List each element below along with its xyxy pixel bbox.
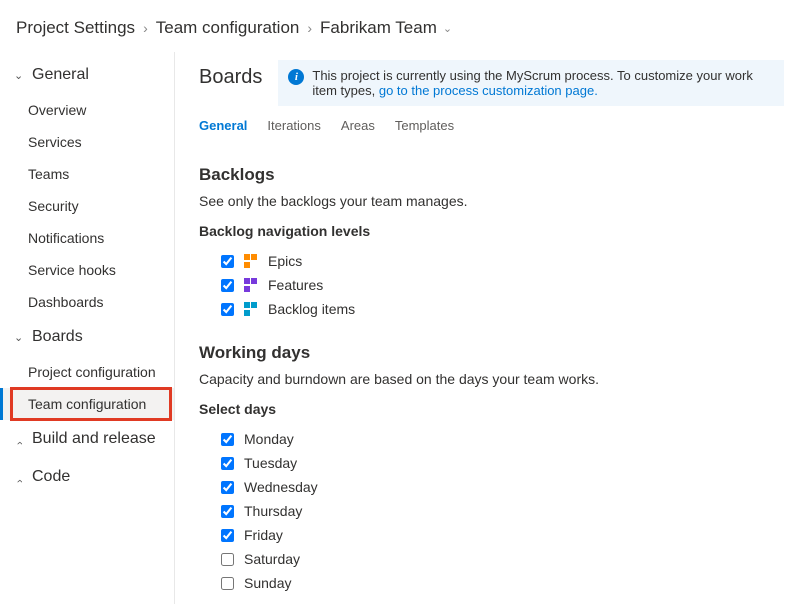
breadcrumb: Project Settings › Team configuration › … bbox=[0, 0, 796, 52]
day-label: Wednesday bbox=[244, 479, 318, 495]
backlog-level-row: Backlog items bbox=[199, 297, 784, 321]
day-label: Saturday bbox=[244, 551, 300, 567]
chevron-icon: ⌄ bbox=[14, 69, 26, 82]
backlog-level-row: Epics bbox=[199, 249, 784, 273]
day-row: Thursday bbox=[199, 499, 784, 523]
day-row: Sunday bbox=[199, 571, 784, 595]
day-label: Monday bbox=[244, 431, 294, 447]
day-checkbox[interactable] bbox=[221, 529, 234, 542]
tab-iterations[interactable]: Iterations bbox=[267, 118, 320, 133]
sidebar: ⌄ General OverviewServicesTeamsSecurityNot… bbox=[0, 52, 175, 604]
backlog-level-checkbox[interactable] bbox=[221, 279, 234, 292]
chevron-icon: › bbox=[14, 471, 26, 483]
sidebar-group-code[interactable]: › Code bbox=[0, 458, 174, 496]
backlog-level-label: Backlog items bbox=[268, 301, 355, 317]
team-dropdown[interactable]: Fabrikam Team ⌄ bbox=[320, 18, 452, 38]
sidebar-item-team-configuration[interactable]: Team configuration bbox=[0, 388, 174, 420]
tabs: General Iterations Areas Templates bbox=[199, 112, 784, 143]
info-banner-text: This project is currently using the MySc… bbox=[312, 68, 774, 98]
day-label: Thursday bbox=[244, 503, 302, 519]
backlog-level-label: Features bbox=[268, 277, 323, 293]
info-banner: i This project is currently using the My… bbox=[278, 60, 784, 106]
sidebar-group-label: Build and release bbox=[32, 430, 156, 448]
process-customization-link[interactable]: go to the process customization page. bbox=[379, 83, 598, 98]
day-label: Tuesday bbox=[244, 455, 297, 471]
sidebar-item-security[interactable]: Security bbox=[0, 190, 174, 222]
day-label: Sunday bbox=[244, 575, 291, 591]
breadcrumb-mid[interactable]: Team configuration bbox=[156, 18, 300, 38]
epics-icon bbox=[244, 254, 258, 268]
day-row: Wednesday bbox=[199, 475, 784, 499]
backlog-icon bbox=[244, 302, 258, 316]
tab-general[interactable]: General bbox=[199, 118, 247, 133]
sidebar-item-service-hooks[interactable]: Service hooks bbox=[0, 254, 174, 286]
backlog-level-checkbox[interactable] bbox=[221, 255, 234, 268]
day-checkbox[interactable] bbox=[221, 505, 234, 518]
backlogs-section: Backlogs See only the backlogs your team… bbox=[199, 165, 784, 321]
sidebar-group-label: General bbox=[32, 66, 89, 84]
info-icon: i bbox=[288, 69, 304, 85]
day-checkbox[interactable] bbox=[221, 553, 234, 566]
backlog-level-label: Epics bbox=[268, 253, 302, 269]
features-icon bbox=[244, 278, 258, 292]
sidebar-item-teams[interactable]: Teams bbox=[0, 158, 174, 190]
day-checkbox[interactable] bbox=[221, 577, 234, 590]
sidebar-group-boards[interactable]: ⌄ Boards bbox=[0, 318, 174, 356]
breadcrumb-team: Fabrikam Team bbox=[320, 18, 437, 38]
backlog-level-row: Features bbox=[199, 273, 784, 297]
sidebar-item-dashboards[interactable]: Dashboards bbox=[0, 286, 174, 318]
tab-templates[interactable]: Templates bbox=[395, 118, 454, 133]
day-row: Friday bbox=[199, 523, 784, 547]
backlog-levels-subhead: Backlog navigation levels bbox=[199, 223, 784, 239]
day-row: Saturday bbox=[199, 547, 784, 571]
page-title: Boards bbox=[199, 60, 262, 89]
breadcrumb-root[interactable]: Project Settings bbox=[16, 18, 135, 38]
chevron-down-icon: ⌄ bbox=[443, 22, 452, 35]
sidebar-group-label: Code bbox=[32, 468, 70, 486]
workingdays-desc: Capacity and burndown are based on the d… bbox=[199, 371, 784, 387]
highlight-box bbox=[10, 387, 172, 421]
chevron-icon: › bbox=[14, 433, 26, 445]
sidebar-group-label: Boards bbox=[32, 328, 83, 346]
sidebar-item-overview[interactable]: Overview bbox=[0, 94, 174, 126]
workingdays-heading: Working days bbox=[199, 343, 784, 363]
backlogs-heading: Backlogs bbox=[199, 165, 784, 185]
sidebar-group-general[interactable]: ⌄ General bbox=[0, 56, 174, 94]
workingdays-section: Working days Capacity and burndown are b… bbox=[199, 343, 784, 595]
day-row: Tuesday bbox=[199, 451, 784, 475]
day-row: Monday bbox=[199, 427, 784, 451]
select-days-subhead: Select days bbox=[199, 401, 784, 417]
day-checkbox[interactable] bbox=[221, 481, 234, 494]
main-content: Boards i This project is currently using… bbox=[175, 52, 796, 604]
day-checkbox[interactable] bbox=[221, 457, 234, 470]
sidebar-item-project-configuration[interactable]: Project configuration bbox=[0, 356, 174, 388]
sidebar-item-notifications[interactable]: Notifications bbox=[0, 222, 174, 254]
sidebar-item-services[interactable]: Services bbox=[0, 126, 174, 158]
day-checkbox[interactable] bbox=[221, 433, 234, 446]
chevron-icon: ⌄ bbox=[14, 331, 26, 344]
tab-areas[interactable]: Areas bbox=[341, 118, 375, 133]
backlogs-desc: See only the backlogs your team manages. bbox=[199, 193, 784, 209]
backlog-level-checkbox[interactable] bbox=[221, 303, 234, 316]
day-label: Friday bbox=[244, 527, 283, 543]
sidebar-group-build-and-release[interactable]: › Build and release bbox=[0, 420, 174, 458]
chevron-right-icon: › bbox=[307, 20, 312, 36]
chevron-right-icon: › bbox=[143, 20, 148, 36]
